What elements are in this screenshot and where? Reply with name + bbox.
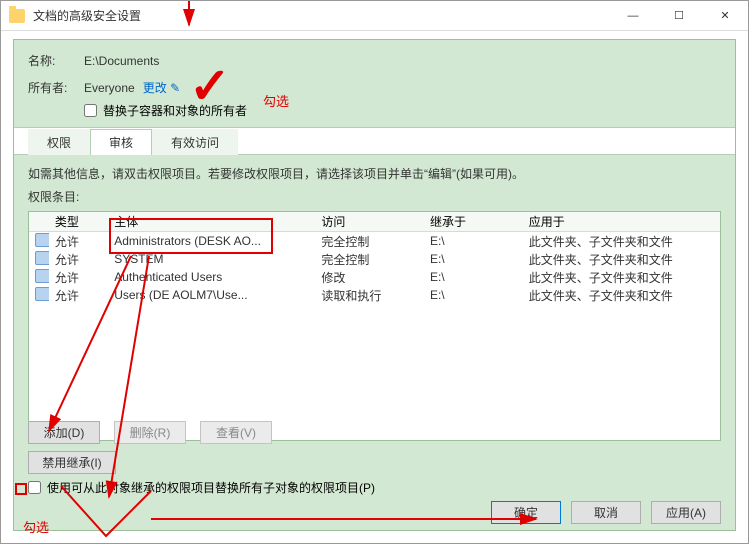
cancel-button[interactable]: 取消 [571, 501, 641, 524]
annotation-label: 勾选 [263, 91, 289, 110]
group-icon [35, 287, 49, 301]
owner-label: 所有者: [28, 79, 84, 96]
col-inherit[interactable]: 继承于 [424, 213, 523, 230]
col-applies[interactable]: 应用于 [523, 213, 720, 230]
group-icon [35, 251, 49, 265]
col-principal[interactable]: 主体 [108, 213, 315, 230]
add-button[interactable]: 添加(D) [28, 421, 100, 444]
apply-button[interactable]: 应用(A) [651, 501, 721, 524]
remove-button: 删除(R) [114, 421, 186, 444]
table-row[interactable]: 允许 Authenticated Users 修改 E:\ 此文件夹、子文件夹和… [29, 268, 720, 286]
tab-permissions[interactable]: 权限 [28, 129, 90, 155]
col-type[interactable]: 类型 [49, 213, 108, 230]
name-value: E:\Documents [84, 54, 159, 68]
window-title: 文档的高级安全设置 [33, 7, 610, 24]
info-text: 如需其他信息，请双击权限项目。若要修改权限项目，请选择该项目并单击“编辑”(如果… [28, 165, 721, 184]
change-owner-link[interactable]: 更改 ✎ [143, 79, 180, 96]
group-icon [35, 269, 49, 283]
replace-child-checkbox[interactable] [28, 481, 41, 494]
annotation-label: 勾选 [23, 517, 49, 536]
owner-value: Everyone [84, 81, 135, 95]
table-row[interactable]: 允许 SYSTEM 完全控制 E:\ 此文件夹、子文件夹和文件 [29, 250, 720, 268]
pencil-icon: ✎ [170, 81, 180, 95]
group-icon [35, 233, 49, 247]
folder-icon [9, 9, 25, 23]
ok-button[interactable]: 确定 [491, 501, 561, 524]
replace-owner-checkbox[interactable] [84, 104, 97, 117]
minimize-button[interactable]: — [610, 1, 656, 31]
replace-child-checkbox-label: 使用可从此对象继承的权限项目替换所有子对象的权限项目(P) [47, 479, 375, 496]
disable-inherit-button[interactable]: 禁用继承(I) [28, 451, 116, 474]
close-button[interactable]: ✕ [702, 1, 748, 31]
col-access[interactable]: 访问 [315, 213, 424, 230]
entries-label: 权限条目: [28, 188, 721, 205]
view-button: 查看(V) [200, 421, 272, 444]
tab-auditing[interactable]: 审核 [90, 129, 152, 155]
maximize-button[interactable]: ☐ [656, 1, 702, 31]
body-panel: 名称: E:\Documents 所有者: Everyone 更改 ✎ 替换子容… [13, 39, 736, 531]
replace-owner-checkbox-label: 替换子容器和对象的所有者 [103, 102, 247, 119]
permissions-grid[interactable]: 类型 主体 访问 继承于 应用于 允许 Administrators (DESK… [28, 211, 721, 441]
tab-effective-access[interactable]: 有效访问 [152, 129, 238, 155]
tab-bar: 权限 审核 有效访问 [14, 127, 735, 155]
table-row[interactable]: 允许 Users (DE AOLM7\Use... 读取和执行 E:\ 此文件夹… [29, 286, 720, 304]
name-label: 名称: [28, 52, 84, 69]
titlebar: 文档的高级安全设置 — ☐ ✕ [1, 1, 748, 31]
table-row[interactable]: 允许 Administrators (DESK AO... 完全控制 E:\ 此… [29, 232, 720, 250]
